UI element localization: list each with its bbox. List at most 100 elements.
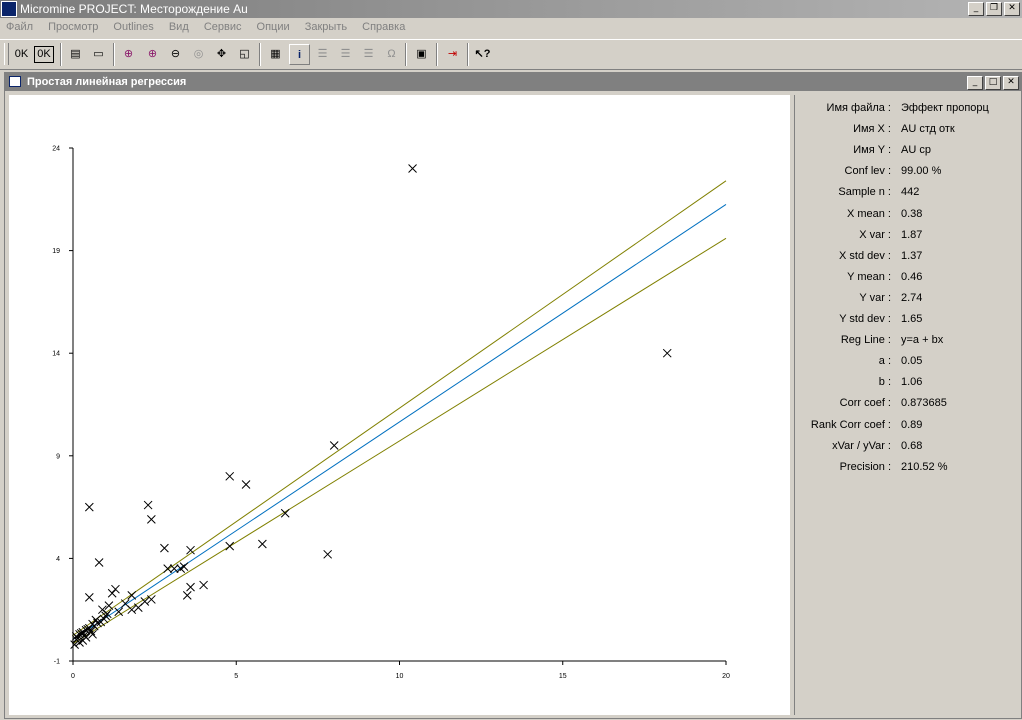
stat-label: xVar / yVar : [832,439,891,452]
stat-row: Reg Line : y=a + bx [795,331,1019,352]
data-point [408,164,417,173]
stat-row: Имя Y : AU ср [795,141,1019,162]
data-point [186,582,195,592]
stat-label: a : [878,355,891,368]
data-point [176,564,186,574]
child-close-icon[interactable]: ✕ [1003,76,1019,90]
menu-view[interactable]: Просмотр [42,18,104,36]
zoom-in-icon[interactable]: ⊕ [142,44,163,65]
y-tick-label: 24 [52,146,60,153]
window-icon [9,76,21,87]
data-point [163,564,173,574]
menu-file[interactable]: Файл [0,18,39,36]
stat-value: 0.68 [901,439,923,452]
list-check-icon-3[interactable]: ☰ [358,44,379,65]
y-tick-label: -1 [54,659,60,666]
stat-row: Rank Corr coef : 0.89 [795,416,1019,437]
data-point [329,441,339,450]
window-icon[interactable]: ▭ [88,44,109,65]
stat-value: 0.873685 [901,397,947,410]
stat-row: Y mean : 0.46 [795,268,1019,289]
regression-window: Простая линейная регрессия _ □ ✕ 0 5 10 15 2… [4,72,1022,719]
stat-row: xVar / yVar : 0.68 [795,437,1019,458]
x-tick-label: 10 [396,673,404,680]
toolbar-separator [113,43,115,66]
exit-door-icon[interactable]: ⇥ [442,44,463,65]
restore-icon[interactable]: ❐ [986,2,1002,16]
stat-row: Conf lev : 99.00 % [795,162,1019,183]
stat-label: Precision : [839,460,891,473]
menu-options[interactable]: Опции [251,18,296,36]
stat-label: b : [878,376,891,389]
toolbar-separator [405,43,407,66]
stat-row: a : 0.05 [795,352,1019,373]
child-maximize-icon[interactable]: □ [985,76,1001,90]
menu-bar: Файл Просмотр Outlines Вид Сервис Опции … [0,18,1022,38]
toolbar-grip[interactable] [4,43,9,65]
data-point [662,348,672,358]
data-point [111,584,120,594]
menu-tools[interactable]: Сервис [198,18,248,36]
stat-label: Имя X : [853,123,891,136]
ok-boxed-button[interactable]: 0K [34,46,54,63]
stat-row: X std dev : 1.37 [795,247,1019,268]
info-icon[interactable]: i [289,44,310,65]
stat-row: b : 1.06 [795,373,1019,394]
micromine-logo-icon [1,1,17,17]
stat-row: Y var : 2.74 [795,289,1019,310]
minimize-icon[interactable]: _ [968,2,984,16]
pan-icon[interactable]: ✥ [211,44,232,65]
query-icon[interactable]: Ω [381,44,402,65]
stat-row: Имя файла : Эффект пропорц [795,99,1019,120]
toolbar-separator [436,43,438,66]
stat-value: 1.87 [901,228,923,241]
stat-value: 1.37 [901,249,923,262]
grid-icon[interactable]: ▦ [265,44,286,65]
data-point [147,595,156,604]
ok-button[interactable]: 0K [11,44,32,65]
stat-row: Y std dev : 1.65 [795,310,1019,331]
toolbar-separator [259,43,261,66]
menu-display[interactable]: Вид [163,18,195,36]
list-check-icon-2[interactable]: ☰ [335,44,356,65]
stat-value: Эффект пропорц [901,102,989,114]
data-point [84,502,94,512]
zoom-icon[interactable]: ⊕ [118,44,139,65]
lower-confidence-line [72,237,727,644]
stat-value: 442 [901,186,920,199]
data-point [182,590,192,600]
toolbar-separator [467,43,469,66]
stat-label: X std dev : [839,249,891,262]
stat-label: Y std dev : [839,313,891,325]
select-icon[interactable]: ◱ [234,44,255,65]
menu-close[interactable]: Закрыть [299,18,353,36]
zoom-out-icon[interactable]: ⊖ [165,44,186,65]
scatter-plot: 0 5 10 15 20 -1 4 9 14 19 24 [9,95,790,715]
stat-row: Имя X : AU стд отк [795,120,1019,141]
menu-outlines[interactable]: Outlines [107,18,159,36]
stat-label: Sample n : [838,186,891,199]
stat-label: Имя Y : [853,144,891,157]
y-tick-label: 9 [56,453,60,460]
data-point [241,480,251,489]
stat-value: 2.74 [901,291,923,304]
zoom-fit-icon[interactable]: ◎ [188,44,209,65]
menu-help[interactable]: Справка [356,18,411,36]
stat-label: Corr coef : [839,397,891,410]
stat-row: X mean : 0.38 [795,205,1019,226]
child-minimize-icon[interactable]: _ [967,76,983,90]
y-tick-label: 14 [52,351,60,358]
scatter-chart: 0 5 10 15 20 -1 4 9 14 19 24 [52,146,730,681]
list-icon[interactable]: ▤ [65,44,86,65]
context-help-icon[interactable]: ↖? [472,44,493,65]
data-point [133,603,143,613]
close-icon[interactable]: ✕ [1004,2,1020,16]
app-title: Micromine PROJECT: Месторождение Au [20,2,248,16]
data-point [143,500,153,510]
regression-window-title: Простая линейная регрессия [27,76,187,88]
form-icon[interactable]: ▣ [411,44,432,65]
stat-row: Sample n : 442 [795,183,1019,204]
regression-window-titlebar[interactable]: Простая линейная регрессия _ □ ✕ [5,73,1021,91]
stat-label: Conf lev : [844,165,891,178]
list-check-icon[interactable]: ☰ [312,44,333,65]
